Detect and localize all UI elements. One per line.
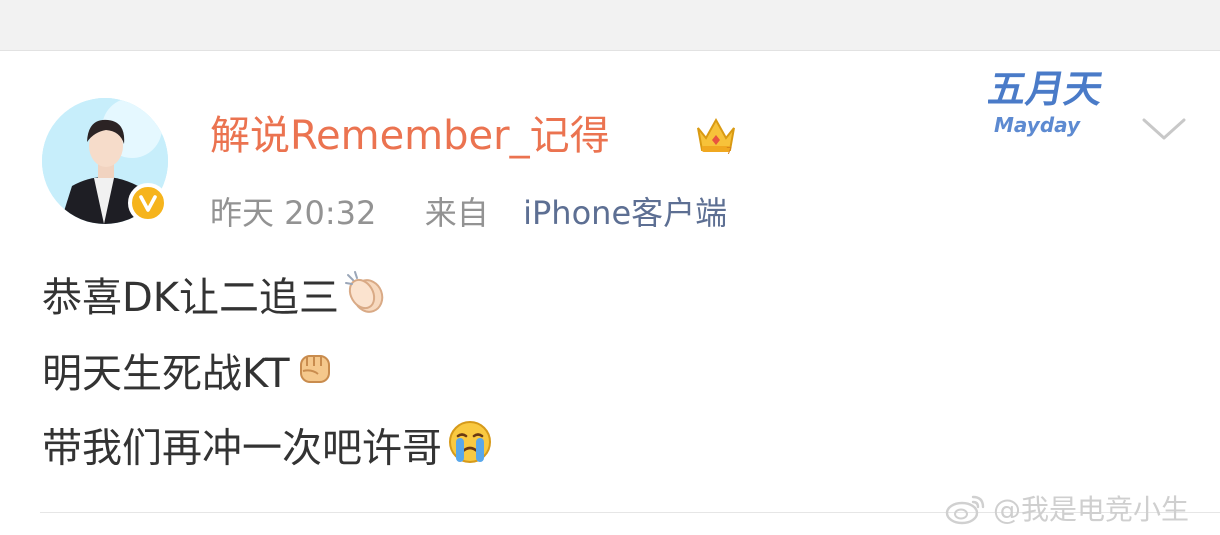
crying-emoji-icon — [446, 418, 494, 483]
mayday-badge-icon[interactable]: 五月天 Mayday — [988, 58, 1138, 138]
crown-icon[interactable]: 7 — [692, 110, 740, 158]
mayday-badge-text: 五月天 — [988, 67, 1107, 112]
post-source[interactable]: iPhone客户端 — [523, 188, 727, 238]
post-meta: 昨天 20:32 来自 iPhone客户端 — [210, 188, 727, 238]
weibo-logo-icon — [945, 495, 985, 525]
source-prefix: 来自 — [424, 194, 489, 232]
watermark-text: @我是电竞小生 — [993, 493, 1190, 526]
top-separator-band — [0, 0, 1220, 51]
post-text-line: 恭喜DK让二追三 — [42, 268, 389, 328]
post-text-line: 明天生死战KT — [42, 344, 336, 404]
clap-emoji-icon — [343, 269, 389, 332]
post-timestamp: 昨天 20:32 — [210, 194, 377, 232]
mayday-badge-subtext: Mayday — [994, 113, 1081, 137]
verified-v-icon — [128, 183, 168, 223]
post-text-line: 带我们再冲一次吧许哥 — [42, 418, 494, 478]
chevron-down-icon[interactable] — [1140, 112, 1188, 144]
svg-text:7: 7 — [726, 146, 732, 157]
author-name[interactable]: 解说Remember_记得 — [210, 108, 610, 164]
watermark: @我是电竞小生 — [945, 486, 1189, 530]
fist-emoji-icon — [294, 346, 336, 406]
